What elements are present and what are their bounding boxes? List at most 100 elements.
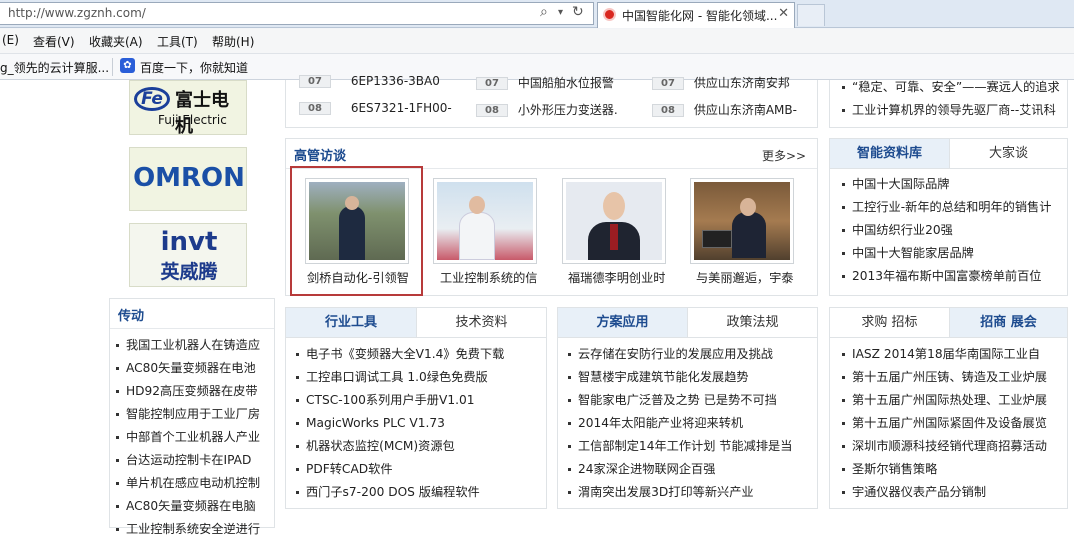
interview-image <box>694 182 790 260</box>
top-row-2c[interactable]: 08 供应山东济南AMB- <box>652 101 797 118</box>
list-item[interactable]: IASZ 2014第18届华南国际工业自 <box>842 343 1047 366</box>
address-bar[interactable]: http://www.zgznh.com/ ⌕ ▾ ↻ <box>0 2 594 25</box>
list-item[interactable]: 圣斯尔销售策略 <box>842 458 1047 481</box>
list-item[interactable]: 第十五届广州压铸、铸造及工业炉展 <box>842 366 1047 389</box>
invt-logo[interactable]: invt 英威腾 <box>129 223 247 287</box>
list-item[interactable]: 第十五届广州国际热处理、工业炉展 <box>842 389 1047 412</box>
tab-exhibitions[interactable]: 招商 展会 <box>949 308 1067 338</box>
list-item[interactable]: PDF转CAD软件 <box>296 458 504 481</box>
favorites-divider <box>112 58 113 76</box>
tab-title: 中国智能化网 - 智能化领域... <box>622 9 778 23</box>
interview-caption[interactable]: 工业控制系统的信 <box>440 268 560 286</box>
interview-caption[interactable]: 剑桥自动化-引领智 <box>307 268 427 286</box>
list-item[interactable]: 工控行业-新年的总结和明年的销售计 <box>842 196 1051 219</box>
invt-name: invt <box>160 227 218 257</box>
interview-caption[interactable]: 福瑞德李明创业时 <box>568 268 688 286</box>
rank-item[interactable]: 中国船舶水位报警 <box>518 76 614 90</box>
top-right-box: “稳定、可靠、安全”——赛远人的追求 工业计算机界的领导先驱厂商--艾讯科 <box>829 80 1068 128</box>
tab-purchase-bids[interactable]: 求购 招标 <box>830 308 949 338</box>
list-item[interactable]: 2014年太阳能产业将迎来转机 <box>568 412 792 435</box>
interviews-more-link[interactable]: 更多>> <box>762 147 806 164</box>
rank-item[interactable]: 供应山东济南AMB- <box>694 103 797 117</box>
list-item[interactable]: 中国十大智能家居品牌 <box>842 242 1051 265</box>
list-item[interactable]: MagicWorks PLC V1.73 <box>296 412 504 435</box>
menu-tools[interactable]: 工具(T) <box>157 33 198 50</box>
fuji-electric-logo[interactable]: Fe 富士电机 Fuji Electric <box>129 80 247 135</box>
rank-item[interactable]: 6EP1336-3BA0 <box>351 74 440 88</box>
list-item[interactable]: 24家深企进物联网企百强 <box>568 458 792 481</box>
list-item[interactable]: 宇通仪器仪表产品分销制 <box>842 481 1047 504</box>
list-item[interactable]: CTSC-100系列用户手册V1.01 <box>296 389 504 412</box>
rank-number: 07 <box>476 77 508 90</box>
list-item[interactable]: HD92高压变频器在皮带 <box>116 380 260 403</box>
list-item[interactable]: 工业控制系统安全逆进行 <box>116 518 260 541</box>
tab-knowledge[interactable]: 智能资料库 <box>830 139 949 169</box>
exhibit-list: IASZ 2014第18届华南国际工业自 第十五届广州压铸、铸造及工业炉展 第十… <box>842 343 1047 504</box>
favorite-baidu[interactable]: 百度一下，你就知道 <box>140 59 248 76</box>
list-item[interactable]: 工控串口调试工具 1.0绿色免费版 <box>296 366 504 389</box>
interview-photo-1[interactable] <box>305 178 409 264</box>
menu-edit[interactable]: (E) <box>2 33 19 47</box>
list-item[interactable]: “稳定、可靠、安全”——赛远人的追求 <box>842 76 1060 99</box>
top-row-1b[interactable]: 07 中国船舶水位报警 <box>476 74 614 91</box>
list-item[interactable]: 电子书《变频器大全V1.4》免费下载 <box>296 343 504 366</box>
rank-number: 08 <box>299 102 331 115</box>
list-item[interactable]: 2013年福布斯中国富豪榜单前百位 <box>842 265 1051 288</box>
omron-logo[interactable]: OMRON <box>129 147 247 211</box>
list-item[interactable]: 单片机在感应电动机控制 <box>116 472 260 495</box>
list-item[interactable]: AC80矢量变频器在电池 <box>116 357 260 380</box>
list-item[interactable]: 云存储在安防行业的发展应用及挑战 <box>568 343 792 366</box>
search-icon[interactable]: ⌕ <box>540 4 548 20</box>
rank-item[interactable]: 供应山东济南安邦 <box>694 76 790 90</box>
dropdown-icon[interactable]: ▾ <box>558 7 563 18</box>
rank-item[interactable]: 小外形压力变送器. <box>518 103 618 117</box>
list-item[interactable]: 智慧楼宇成建筑节能化发展趋势 <box>568 366 792 389</box>
knowledge-box: 智能资料库 大家谈 中国十大国际品牌 工控行业-新年的总结和明年的销售计 中国纺… <box>829 138 1068 296</box>
menu-favorites[interactable]: 收藏夹(A) <box>89 33 143 50</box>
interview-caption[interactable]: 与美丽邂逅，宇泰 <box>696 268 816 286</box>
refresh-icon[interactable]: ↻ <box>572 4 584 20</box>
chuandong-title: 传动 <box>118 309 145 324</box>
list-item[interactable]: 西门子s7-200 DOS 版编程软件 <box>296 481 504 504</box>
list-item[interactable]: 中国十大国际品牌 <box>842 173 1051 196</box>
interview-photo-3[interactable] <box>562 178 666 264</box>
solutions-box: 方案应用 政策法规 云存储在安防行业的发展应用及挑战 智慧楼宇成建筑节能化发展趋… <box>557 307 818 509</box>
top-row-1c[interactable]: 07 供应山东济南安邦 <box>652 74 790 91</box>
tab-policies[interactable]: 政策法规 <box>687 308 817 338</box>
list-item[interactable]: 深圳市顺源科技经销代理商招募活动 <box>842 435 1047 458</box>
top-row-2[interactable]: 08 6ES7321-1FH00- <box>299 101 452 115</box>
interview-image <box>437 182 533 260</box>
menu-view[interactable]: 查看(V) <box>33 33 75 50</box>
rank-item[interactable]: 6ES7321-1FH00- <box>351 101 452 115</box>
tab-discussion[interactable]: 大家谈 <box>949 139 1067 169</box>
top-row-1[interactable]: 07 6EP1336-3BA0 <box>299 74 440 88</box>
top-right-list: “稳定、可靠、安全”——赛远人的追求 工业计算机界的领导先驱厂商--艾讯科 <box>842 76 1060 122</box>
tab-tech-docs[interactable]: 技术资料 <box>416 308 546 338</box>
chuandong-box: 传动 我国工业机器人在铸造应 AC80矢量变频器在电池 HD92高压变频器在皮带… <box>109 298 275 536</box>
list-item[interactable]: 智能控制应用于工业厂房 <box>116 403 260 426</box>
list-item[interactable]: AC80矢量变频器在电脑 <box>116 495 260 518</box>
list-item[interactable]: 第十五届广州国际紧固件及设备展览 <box>842 412 1047 435</box>
list-item[interactable]: 我国工业机器人在铸造应 <box>116 334 260 357</box>
top-row-2b[interactable]: 08 小外形压力变送器. <box>476 101 618 118</box>
list-item[interactable]: 台达运动控制卡在IPAD <box>116 449 260 472</box>
tab-solutions[interactable]: 方案应用 <box>558 308 687 338</box>
list-item[interactable]: 工信部制定14年工作计划 节能减排是当 <box>568 435 792 458</box>
close-tab-icon[interactable]: ✕ <box>778 6 789 21</box>
menu-bar: (E) 查看(V) 收藏夹(A) 工具(T) 帮助(H) <box>0 29 1074 54</box>
tab-industry-tools[interactable]: 行业工具 <box>286 308 416 338</box>
favorite-cloud[interactable]: g_领先的云计算服... <box>0 59 109 76</box>
browser-tab[interactable]: 中国智能化网 - 智能化领域... ✕ <box>597 2 795 28</box>
address-url[interactable]: http://www.zgznh.com/ <box>8 6 146 20</box>
list-item[interactable]: 工业计算机界的领导先驱厂商--艾讯科 <box>842 99 1060 122</box>
menu-help[interactable]: 帮助(H) <box>212 33 254 50</box>
address-row: http://www.zgznh.com/ ⌕ ▾ ↻ 中国智能化网 - 智能化… <box>0 0 1074 28</box>
list-item[interactable]: 中国纺织行业20强 <box>842 219 1051 242</box>
interview-photo-4[interactable] <box>690 178 794 264</box>
list-item[interactable]: 渭南突出发展3D打印等新兴产业 <box>568 481 792 504</box>
interview-photo-2[interactable] <box>433 178 537 264</box>
new-tab-button[interactable] <box>797 4 825 26</box>
list-item[interactable]: 机器状态监控(MCM)资源包 <box>296 435 504 458</box>
list-item[interactable]: 中部首个工业机器人产业 <box>116 426 260 449</box>
list-item[interactable]: 智能家电广泛普及之势 已是势不可挡 <box>568 389 792 412</box>
